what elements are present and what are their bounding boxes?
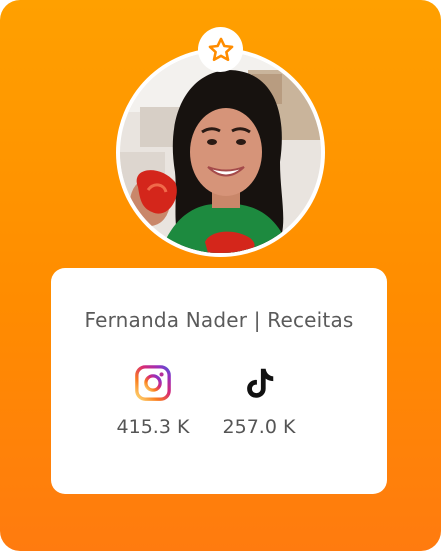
influencer-card[interactable]: Fernanda Nader | Receitas 415.3 K 257.0 … xyxy=(0,0,441,551)
profile-name: Fernanda Nader | Receitas xyxy=(84,308,354,332)
avatar-frame xyxy=(116,48,325,257)
star-icon xyxy=(208,37,233,61)
tiktok-stat[interactable]: 257.0 K xyxy=(209,364,309,438)
instagram-stat[interactable]: 415.3 K xyxy=(103,364,203,438)
featured-badge xyxy=(198,27,243,72)
profile-photo xyxy=(120,52,321,253)
avatar xyxy=(120,52,321,253)
profile-info-panel: Fernanda Nader | Receitas 415.3 K 257.0 … xyxy=(51,268,387,494)
tiktok-icon xyxy=(247,368,274,398)
tiktok-followers: 257.0 K xyxy=(222,416,296,438)
instagram-icon xyxy=(135,365,171,401)
instagram-followers: 415.3 K xyxy=(116,416,190,438)
